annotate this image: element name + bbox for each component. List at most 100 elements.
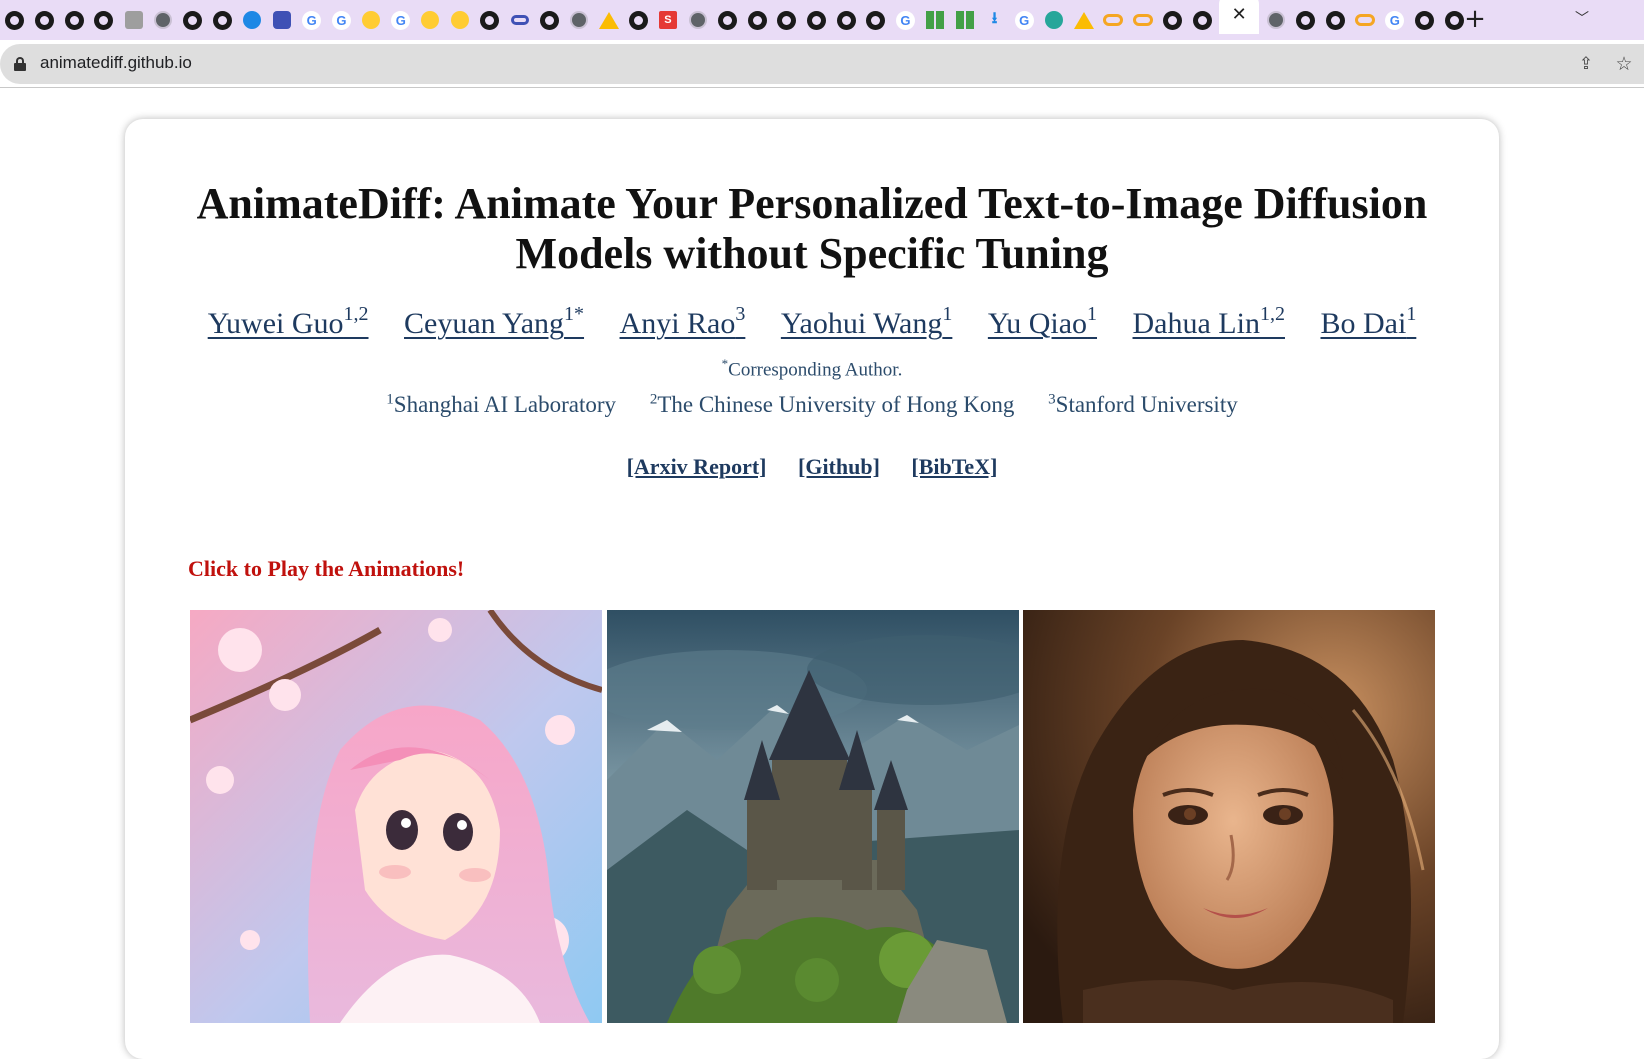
browser-tab[interactable]: G xyxy=(891,6,921,34)
affiliation: 3Stanford University xyxy=(1048,391,1238,417)
browser-tab[interactable] xyxy=(861,6,891,34)
browser-tab[interactable] xyxy=(178,6,208,34)
google-icon: G xyxy=(895,10,915,30)
emoji-icon xyxy=(362,11,381,29)
animation-thumbnail-portrait[interactable] xyxy=(1023,610,1435,1023)
browser-tab[interactable] xyxy=(1410,6,1440,34)
browser-tab[interactable] xyxy=(1188,6,1218,34)
browser-tab[interactable] xyxy=(30,6,60,34)
browser-tab[interactable]: ⭳ xyxy=(980,6,1010,34)
browser-tab[interactable] xyxy=(238,6,268,34)
toolbar-divider xyxy=(0,87,1644,88)
github-icon xyxy=(213,10,233,30)
browser-tab[interactable] xyxy=(950,6,980,34)
browser-tab[interactable] xyxy=(713,6,743,34)
browser-tab[interactable] xyxy=(1069,6,1099,34)
bibtex-link[interactable]: [BibTeX] xyxy=(911,454,997,479)
browser-tab[interactable] xyxy=(1291,6,1321,34)
browser-tab[interactable] xyxy=(267,6,297,34)
gear-icon xyxy=(1044,11,1063,29)
grid-icon xyxy=(955,11,974,29)
github-link[interactable]: [Github] xyxy=(798,454,880,479)
github-icon xyxy=(866,10,886,30)
browser-tab[interactable]: G xyxy=(386,6,416,34)
github-icon xyxy=(806,10,826,30)
link-icon xyxy=(510,15,529,25)
author-link[interactable]: Yu Qiao1 xyxy=(988,303,1097,340)
browser-tab[interactable] xyxy=(505,6,535,34)
drive-icon xyxy=(1073,11,1094,29)
browser-tab[interactable] xyxy=(59,6,89,34)
page-title: AnimateDiff: Animate Your Personalized T… xyxy=(196,179,1428,278)
author-link[interactable]: Dahua Lin1,2 xyxy=(1133,303,1285,340)
browser-tab[interactable] xyxy=(920,6,950,34)
new-tab-button[interactable]: + xyxy=(1460,4,1490,34)
github-icon xyxy=(836,10,856,30)
tab-list: G G G S G ⭳ G ✕ G xyxy=(0,0,1469,34)
browser-tab[interactable] xyxy=(475,6,505,34)
red-s-icon: S xyxy=(658,11,677,29)
author-link[interactable]: Anyi Rao3 xyxy=(620,303,746,340)
github-icon xyxy=(1296,10,1316,30)
animation-thumbnail-anime-girl[interactable] xyxy=(190,610,602,1023)
browser-tab[interactable] xyxy=(1128,6,1158,34)
browser-tab[interactable] xyxy=(831,6,861,34)
google-icon: G xyxy=(1385,10,1405,30)
browser-tab[interactable] xyxy=(119,6,149,34)
infinity-icon xyxy=(1103,14,1124,26)
browser-tab[interactable] xyxy=(416,6,446,34)
github-icon xyxy=(539,10,559,30)
infinity-icon xyxy=(1355,14,1376,26)
tab-search-chevron-icon[interactable]: ﹀ xyxy=(1570,6,1594,30)
infinity-icon xyxy=(1132,14,1153,26)
browser-tab[interactable] xyxy=(1158,6,1188,34)
animation-gallery xyxy=(190,610,1436,1023)
browser-tab[interactable] xyxy=(148,6,178,34)
author-link[interactable]: Yaohui Wang1 xyxy=(781,303,953,340)
browser-tab[interactable] xyxy=(1321,6,1351,34)
browser-tab[interactable] xyxy=(1350,6,1380,34)
browser-tab[interactable] xyxy=(594,6,624,34)
globe-icon xyxy=(569,11,588,29)
browser-tab[interactable]: G xyxy=(297,6,327,34)
browser-tab[interactable] xyxy=(1039,6,1069,34)
browser-tab[interactable] xyxy=(445,6,475,34)
globe-icon xyxy=(688,11,707,29)
browser-tab[interactable] xyxy=(356,6,386,34)
animation-thumbnail-castle[interactable] xyxy=(607,610,1019,1023)
browser-tab[interactable] xyxy=(772,6,802,34)
share-icon[interactable]: ⇪ xyxy=(1575,53,1597,75)
browser-tab[interactable] xyxy=(208,6,238,34)
browser-tab[interactable] xyxy=(1098,6,1128,34)
browser-tab[interactable] xyxy=(623,6,653,34)
browser-tab[interactable]: S xyxy=(653,6,683,34)
browser-tab[interactable] xyxy=(1261,6,1291,34)
url-text[interactable]: animatediff.github.io xyxy=(40,53,192,73)
browser-tab[interactable] xyxy=(534,6,564,34)
browser-tab[interactable]: G xyxy=(1009,6,1039,34)
github-icon xyxy=(1414,10,1434,30)
author-link[interactable]: Ceyuan Yang1* xyxy=(404,303,584,340)
close-tab-icon[interactable]: ✕ xyxy=(1232,4,1247,25)
bookmark-star-icon[interactable]: ☆ xyxy=(1613,53,1635,75)
browser-tab[interactable] xyxy=(802,6,832,34)
arxiv-report-link[interactable]: [Arxiv Report] xyxy=(627,454,767,479)
author-link[interactable]: Yuwei Guo1,2 xyxy=(208,303,369,340)
github-icon xyxy=(747,10,767,30)
browser-tab[interactable]: G xyxy=(327,6,357,34)
browser-tab[interactable] xyxy=(564,6,594,34)
active-tab[interactable]: ✕ xyxy=(1219,0,1260,34)
download-icon: ⭳ xyxy=(991,7,998,27)
browser-tab[interactable] xyxy=(683,6,713,34)
browser-tab[interactable]: G xyxy=(1380,6,1410,34)
content-card: AnimateDiff: Animate Your Personalized T… xyxy=(125,119,1499,1059)
browser-tab[interactable] xyxy=(742,6,772,34)
lock-icon[interactable] xyxy=(14,57,26,71)
browser-tab[interactable] xyxy=(89,6,119,34)
google-icon: G xyxy=(1014,10,1034,30)
shield-icon xyxy=(273,11,292,29)
github-icon xyxy=(183,10,203,30)
author-link[interactable]: Bo Dai1 xyxy=(1320,303,1416,340)
address-bar[interactable]: animatediff.github.io ⇪ ☆ xyxy=(0,44,1644,84)
browser-tab[interactable] xyxy=(0,6,30,34)
